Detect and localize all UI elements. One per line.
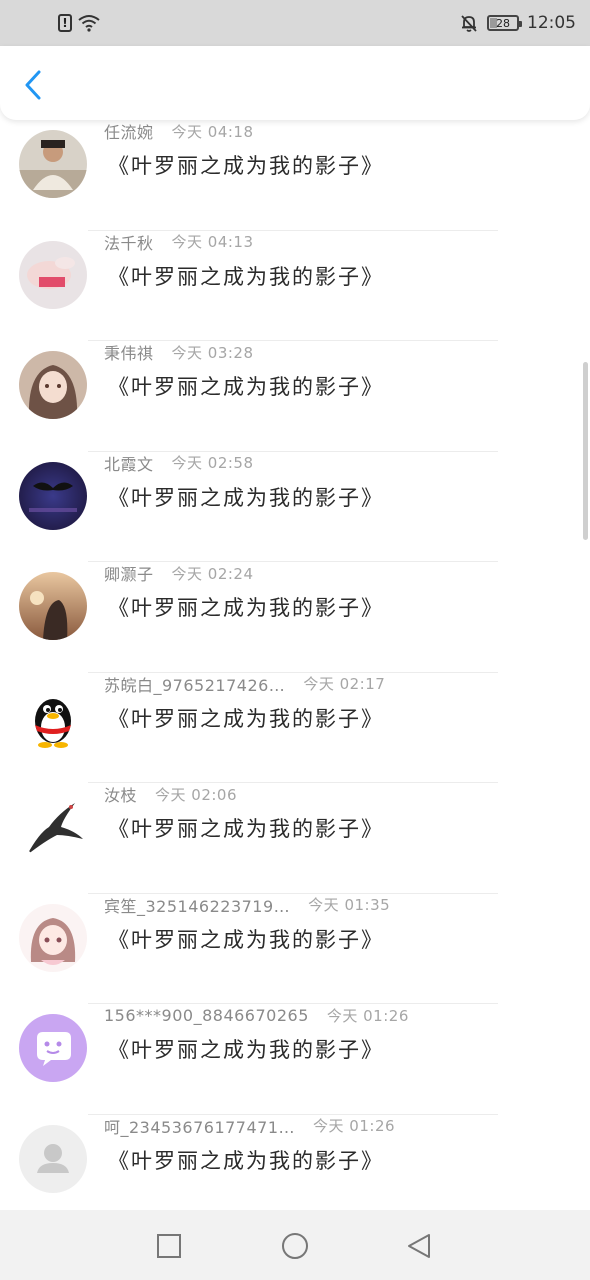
commenter-name[interactable]: 秉伟祺 (104, 340, 154, 364)
back-button[interactable] (18, 68, 48, 102)
qq-penguin-avatar[interactable] (19, 682, 87, 751)
chevron-left-icon (25, 70, 41, 100)
commenter-name[interactable]: 苏皖白_9765217426… (104, 672, 285, 696)
comment-time: 今天 01:26 (313, 1117, 396, 1135)
comment-meta: 卿灏子 今天 02:24 (104, 561, 254, 585)
page-header (0, 46, 590, 120)
comment-text: 《叶罗丽之成为我的影子》 (108, 375, 384, 399)
comment-item[interactable]: 任流婉 今天 04:18 《叶罗丽之成为我的影子》 (0, 120, 590, 231)
comment-meta: 156***900_8846670265 今天 01:26 (104, 1004, 409, 1026)
comment-text: 《叶罗丽之成为我的影子》 (108, 154, 384, 178)
comment-item[interactable]: 156***900_8846670265 今天 01:26 《叶罗丽之成为我的影子》 (0, 1004, 590, 1115)
comment-meta: 北霞文 今天 02:58 (104, 452, 254, 474)
status-time: 12:05 (527, 13, 576, 33)
photo-hands-avatar[interactable] (19, 240, 87, 309)
commenter-name[interactable]: 宾笙_325146223719… (104, 893, 290, 917)
anime-pink-girl-avatar[interactable] (19, 903, 87, 972)
comment-item[interactable]: 秉伟祺 今天 03:28 《叶罗丽之成为我的影子》 (0, 341, 590, 452)
commenter-name[interactable]: 呵_23453676177471… (104, 1114, 295, 1138)
comment-meta: 宾笙_325146223719… 今天 01:35 (104, 894, 390, 916)
alert-icon: ! (58, 14, 72, 32)
photo-person-avatar[interactable] (19, 130, 87, 198)
comment-meta: 秉伟祺 今天 03:28 (104, 340, 254, 364)
comment-text: 《叶罗丽之成为我的影子》 (108, 817, 384, 841)
comment-meta: 法千秋 今天 04:13 (104, 231, 254, 253)
commenter-name[interactable]: 任流婉 (104, 119, 154, 143)
comment-time: 今天 02:06 (155, 785, 238, 804)
commenter-name[interactable]: 汝枝 (104, 782, 137, 806)
comment-meta: 任流婉 今天 04:18 (104, 119, 254, 143)
system-nav-bar (0, 1210, 590, 1280)
comment-item[interactable]: 呵_23453676177471… 今天 01:26 《叶罗丽之成为我的影子》 (0, 1115, 590, 1225)
comment-time: 今天 02:24 (171, 564, 254, 583)
sunset-avatar[interactable] (19, 572, 87, 640)
status-bar: ! 28 12:05 (0, 0, 590, 46)
mustache-avatar[interactable] (19, 461, 87, 530)
comment-text: 《叶罗丽之成为我的影子》 (108, 706, 384, 731)
comment-time: 今天 03:28 (171, 343, 254, 362)
comment-time: 今天 02:17 (303, 675, 386, 693)
purple-chat-avatar[interactable] (19, 1014, 87, 1082)
commenter-name[interactable]: 法千秋 (104, 230, 154, 254)
bell-off-icon (461, 15, 477, 32)
commenter-name[interactable]: 北霞文 (104, 451, 154, 475)
anime-girl-avatar[interactable] (19, 351, 87, 419)
commenter-name[interactable]: 156***900_8846670265 (104, 1006, 309, 1025)
comment-text: 《叶罗丽之成为我的影子》 (108, 485, 384, 510)
comment-text: 《叶罗丽之成为我的影子》 (108, 596, 384, 620)
comment-time: 今天 04:13 (171, 233, 254, 251)
comment-text: 《叶罗丽之成为我的影子》 (108, 1148, 384, 1173)
comment-time: 今天 04:18 (171, 122, 254, 141)
comment-item[interactable]: 苏皖白_9765217426… 今天 02:17 《叶罗丽之成为我的影子》 (0, 673, 590, 783)
comment-item[interactable]: 宾笙_325146223719… 今天 01:35 《叶罗丽之成为我的影子》 (0, 894, 590, 1004)
battery-icon: 28 (487, 15, 522, 31)
swallow-bird-avatar[interactable] (19, 793, 87, 861)
comment-text: 《叶罗丽之成为我的影子》 (108, 1038, 384, 1062)
back-triangle-icon[interactable] (405, 1232, 433, 1260)
comment-time: 今天 02:58 (171, 454, 254, 472)
wifi-icon (78, 15, 100, 32)
comment-item[interactable]: 法千秋 今天 04:13 《叶罗丽之成为我的影子》 (0, 231, 590, 341)
status-right: 28 12:05 (459, 13, 576, 33)
comment-item[interactable]: 汝枝 今天 02:06 《叶罗丽之成为我的影子》 (0, 783, 590, 894)
comment-item[interactable]: 卿灏子 今天 02:24 《叶罗丽之成为我的影子》 (0, 562, 590, 673)
comment-list: 任流婉 今天 04:18 《叶罗丽之成为我的影子》 法千秋 今天 04:13 《叶罗丽之成… (0, 120, 590, 1225)
comment-meta: 汝枝 今天 02:06 (104, 782, 238, 806)
commenter-name[interactable]: 卿灏子 (104, 561, 154, 585)
scrollbar[interactable] (583, 362, 588, 540)
comment-text: 《叶罗丽之成为我的影子》 (108, 264, 384, 289)
comment-item[interactable]: 北霞文 今天 02:58 《叶罗丽之成为我的影子》 (0, 452, 590, 562)
recent-apps-square-icon[interactable] (155, 1232, 183, 1260)
battery-level: 28 (496, 16, 510, 30)
comment-meta: 苏皖白_9765217426… 今天 02:17 (104, 673, 385, 695)
comment-time: 今天 01:35 (308, 896, 391, 914)
comment-time: 今天 01:26 (326, 1006, 409, 1025)
comment-text: 《叶罗丽之成为我的影子》 (108, 927, 384, 952)
status-left-icons: ! (58, 14, 100, 32)
comment-meta: 呵_23453676177471… 今天 01:26 (104, 1115, 395, 1137)
home-circle-icon[interactable] (281, 1232, 309, 1260)
default-user-avatar[interactable] (19, 1124, 87, 1193)
